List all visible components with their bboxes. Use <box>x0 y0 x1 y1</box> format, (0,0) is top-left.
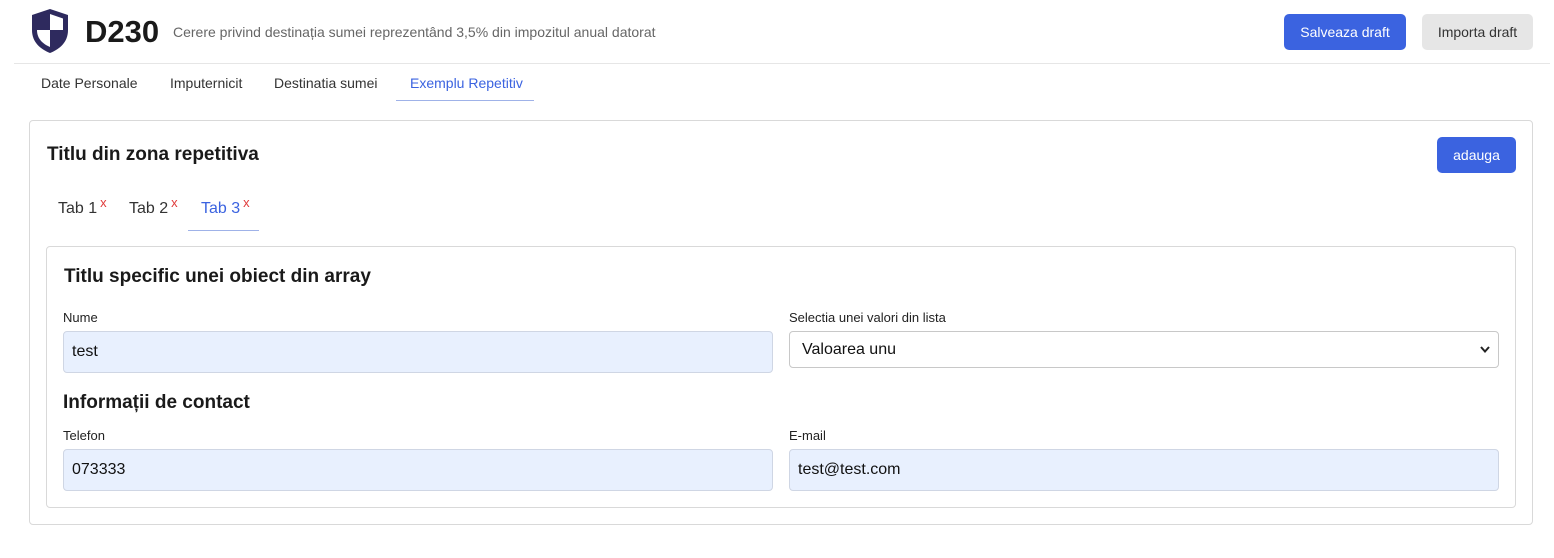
close-icon[interactable]: x <box>171 195 178 210</box>
select-value: Valoarea unu <box>802 341 896 358</box>
sub-tab-label: Tab 1 <box>58 200 98 217</box>
name-input[interactable]: test <box>63 331 773 373</box>
close-icon[interactable]: x <box>100 195 107 210</box>
contact-section-title: Informații de contact <box>63 392 250 413</box>
select-label: Selectia unei valori din lista <box>789 310 946 325</box>
tab-destinatia-sumei[interactable]: Destinatia sumei <box>274 66 378 101</box>
email-input[interactable]: test@test.com <box>789 449 1499 491</box>
sub-tab-label: Tab 2 <box>129 200 169 217</box>
close-icon[interactable]: x <box>243 195 250 210</box>
item-title: Titlu specific unei obiect din array <box>64 266 371 287</box>
sub-tab-3[interactable]: Tab 3x <box>188 191 259 231</box>
form-description: Cerere privind destinația sumei reprezen… <box>173 24 656 40</box>
sub-tab-2[interactable]: Tab 2x <box>129 191 178 231</box>
email-label: E-mail <box>789 428 826 443</box>
import-draft-button[interactable]: Importa draft <box>1422 14 1533 50</box>
repeat-zone-title: Titlu din zona repetitiva <box>47 144 259 165</box>
add-button[interactable]: adauga <box>1437 137 1516 173</box>
tab-exemplu-repetitiv[interactable]: Exemplu Repetitiv <box>396 66 534 101</box>
app-header: D230 Cerere privind destinația sumei rep… <box>14 0 1550 64</box>
tab-imputernicit[interactable]: Imputernicit <box>170 66 242 101</box>
sub-tab-label: Tab 3 <box>201 200 241 217</box>
sub-tab-1[interactable]: Tab 1x <box>58 191 107 231</box>
phone-label: Telefon <box>63 428 105 443</box>
shield-icon <box>32 9 68 53</box>
value-select[interactable]: Valoarea unu <box>789 331 1499 368</box>
phone-input[interactable]: 073333 <box>63 449 773 491</box>
item-panel: Titlu specific unei obiect din array Num… <box>46 246 1516 508</box>
save-draft-button[interactable]: Salveaza draft <box>1284 14 1406 50</box>
tab-date-personale[interactable]: Date Personale <box>41 66 138 101</box>
chevron-down-icon <box>1480 346 1490 354</box>
repeat-zone-card: Titlu din zona repetitiva adauga Tab 1x … <box>29 120 1533 525</box>
form-code: D230 <box>85 14 160 49</box>
name-label: Nume <box>63 310 98 325</box>
